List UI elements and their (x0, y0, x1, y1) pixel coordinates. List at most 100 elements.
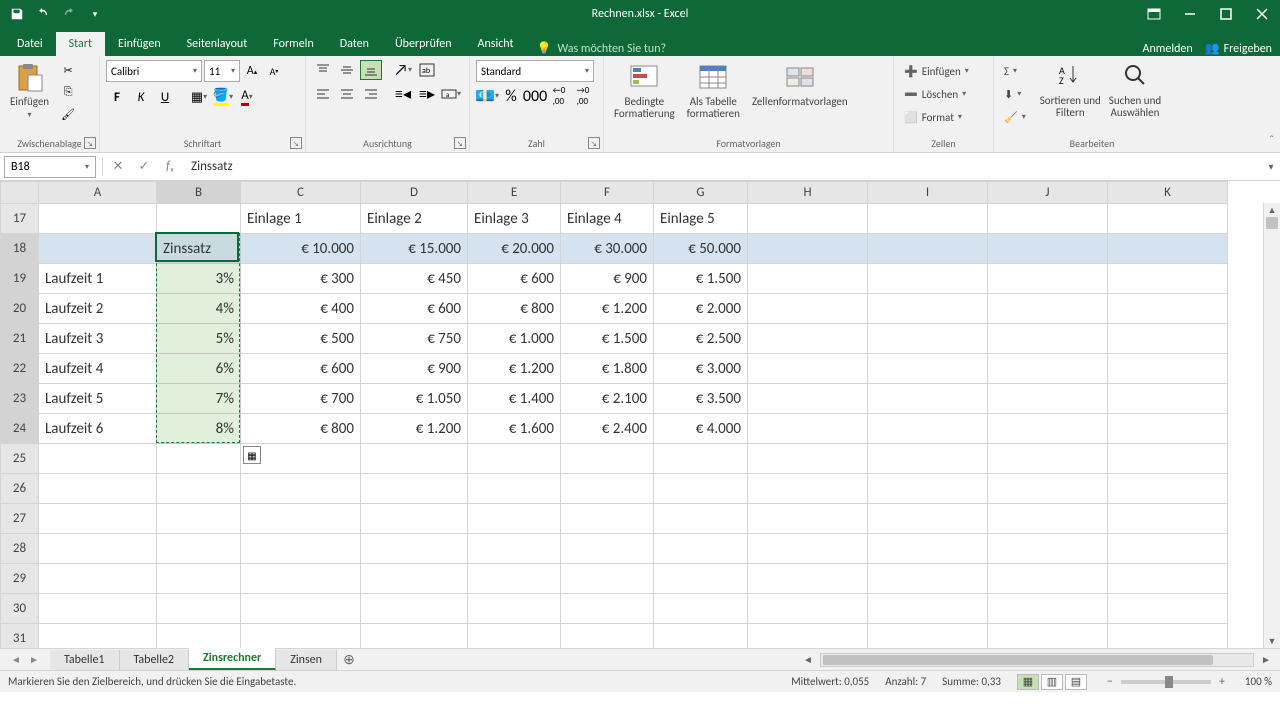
cell-J30[interactable] (988, 594, 1108, 624)
tab-review[interactable]: Überprüfen (382, 32, 465, 56)
cell-H17[interactable] (748, 204, 868, 234)
page-layout-view-button[interactable]: ▥ (1041, 674, 1063, 690)
cell-K26[interactable] (1108, 474, 1228, 504)
autofill-options-button[interactable]: ▦ (243, 446, 261, 464)
zoom-slider[interactable] (1121, 680, 1211, 684)
cell-G29[interactable] (654, 564, 748, 594)
cell-A29[interactable] (39, 564, 157, 594)
sheet-tab-zinsen[interactable]: Zinsen (276, 650, 337, 670)
cell-K21[interactable] (1108, 324, 1228, 354)
col-header-F[interactable]: F (561, 182, 654, 204)
cell-H29[interactable] (748, 564, 868, 594)
sheet-nav-next[interactable]: ► (26, 652, 42, 668)
cell-E25[interactable] (468, 444, 561, 474)
cell-D27[interactable] (361, 504, 468, 534)
cell-K25[interactable] (1108, 444, 1228, 474)
cell-I25[interactable] (868, 444, 988, 474)
cell-A19[interactable]: Laufzeit 1 (39, 264, 157, 294)
name-box[interactable]: B18▾ (4, 156, 96, 178)
cell-G17[interactable]: Einlage 5 (654, 204, 748, 234)
cell-H28[interactable] (748, 534, 868, 564)
format-cells-button[interactable]: ⬜Format▾ (900, 106, 973, 128)
cell-C17[interactable]: Einlage 1 (241, 204, 361, 234)
row-header-23[interactable]: 23 (1, 384, 39, 414)
cell-D20[interactable]: € 600 (361, 294, 468, 324)
cell-E18[interactable]: € 20.000 (468, 234, 561, 264)
cell-G19[interactable]: € 1.500 (654, 264, 748, 294)
cell-J26[interactable] (988, 474, 1108, 504)
cell-C19[interactable]: € 300 (241, 264, 361, 294)
row-header-24[interactable]: 24 (1, 414, 39, 444)
align-middle-button[interactable] (336, 60, 358, 80)
maximize-icon[interactable] (1208, 0, 1244, 28)
cell-E19[interactable]: € 600 (468, 264, 561, 294)
cell-D31[interactable] (361, 624, 468, 649)
tab-data[interactable]: Daten (327, 32, 382, 56)
cell-G22[interactable]: € 3.000 (654, 354, 748, 384)
align-top-button[interactable] (312, 60, 334, 80)
cell-B27[interactable] (157, 504, 241, 534)
select-all-corner[interactable] (1, 182, 39, 204)
cell-A17[interactable] (39, 204, 157, 234)
cell-B23[interactable]: 7% (157, 384, 241, 414)
col-header-K[interactable]: K (1108, 182, 1228, 204)
merge-center-button[interactable]: a▾ (440, 84, 462, 104)
increase-font-button[interactable]: A▴ (242, 60, 262, 82)
sheet-tab-tabelle2[interactable]: Tabelle2 (120, 650, 190, 670)
row-header-18[interactable]: 18 (1, 234, 39, 264)
number-launcher[interactable]: ↘ (588, 137, 600, 149)
fill-color-button[interactable]: 🪣▾ (212, 86, 234, 108)
number-format-select[interactable]: Standard▾ (476, 60, 594, 82)
cell-K19[interactable] (1108, 264, 1228, 294)
scroll-down-button[interactable]: ▼ (1264, 634, 1280, 648)
col-header-E[interactable]: E (468, 182, 561, 204)
cell-E27[interactable] (468, 504, 561, 534)
cell-J24[interactable] (988, 414, 1108, 444)
hscroll-right-button[interactable]: ► (1258, 652, 1274, 668)
paste-button[interactable]: Einfügen ▾ (6, 60, 53, 122)
copy-button[interactable]: ⎘ (57, 82, 79, 102)
cell-E30[interactable] (468, 594, 561, 624)
cell-D25[interactable] (361, 444, 468, 474)
cell-B31[interactable] (157, 624, 241, 649)
cell-G28[interactable] (654, 534, 748, 564)
cell-H20[interactable] (748, 294, 868, 324)
cell-C22[interactable]: € 600 (241, 354, 361, 384)
cell-K20[interactable] (1108, 294, 1228, 324)
cell-J28[interactable] (988, 534, 1108, 564)
comma-style-button[interactable]: 000 (524, 86, 546, 106)
zoom-in-button[interactable]: + (1215, 675, 1229, 689)
sheet-tab-tabelle1[interactable]: Tabelle1 (50, 650, 120, 670)
horizontal-scroll-thumb[interactable] (823, 655, 1213, 665)
cut-button[interactable]: ✂ (57, 60, 79, 80)
sort-filter-button[interactable]: AZ Sortieren und Filtern (1038, 60, 1103, 121)
cell-I28[interactable] (868, 534, 988, 564)
font-name-select[interactable]: Calibri▾ (106, 60, 202, 82)
cell-C28[interactable] (241, 534, 361, 564)
cell-F30[interactable] (561, 594, 654, 624)
cell-C29[interactable] (241, 564, 361, 594)
tab-view[interactable]: Ansicht (465, 32, 527, 56)
qat-customize-icon[interactable]: ▾ (84, 3, 106, 25)
cell-G25[interactable] (654, 444, 748, 474)
cell-E21[interactable]: € 1.000 (468, 324, 561, 354)
cell-C30[interactable] (241, 594, 361, 624)
save-icon[interactable] (6, 3, 28, 25)
sheet-tab-zinsrechner[interactable]: Zinsrechner (189, 648, 276, 670)
cell-G27[interactable] (654, 504, 748, 534)
share-button[interactable]: 👥 Freigeben (1205, 41, 1272, 56)
col-header-A[interactable]: A (39, 182, 157, 204)
row-header-27[interactable]: 27 (1, 504, 39, 534)
cell-A30[interactable] (39, 594, 157, 624)
zoom-level[interactable]: 100 % (1245, 675, 1272, 688)
tab-formulas[interactable]: Formeln (260, 32, 326, 56)
cell-B21[interactable]: 5% (157, 324, 241, 354)
cell-K29[interactable] (1108, 564, 1228, 594)
cell-B25[interactable] (157, 444, 241, 474)
cell-G24[interactable]: € 4.000 (654, 414, 748, 444)
enter-formula-button[interactable]: ✓ (131, 156, 157, 178)
row-header-29[interactable]: 29 (1, 564, 39, 594)
redo-icon[interactable] (58, 3, 80, 25)
row-header-21[interactable]: 21 (1, 324, 39, 354)
row-header-17[interactable]: 17 (1, 204, 39, 234)
